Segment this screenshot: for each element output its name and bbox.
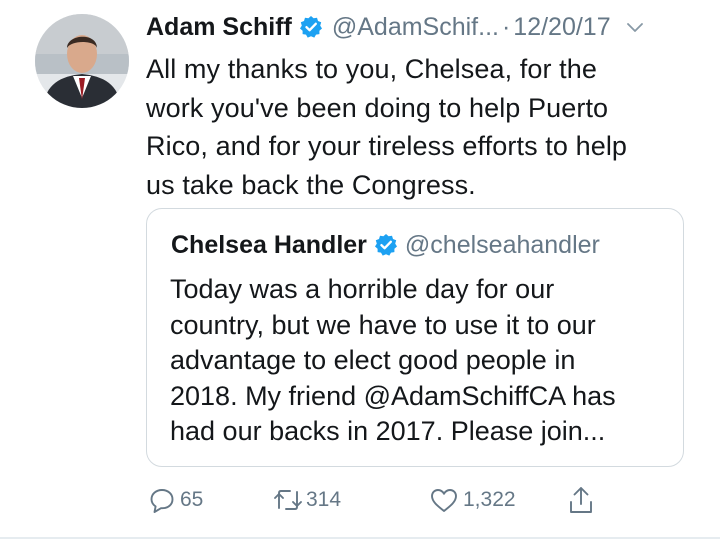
like-count: 1,322 [463, 488, 516, 511]
quoted-tweet-text: Today was a horrible day for our country… [170, 274, 616, 446]
quoted-tweet-header: Chelsea Handler @chelseahandler [171, 229, 600, 261]
quoted-author-name: Chelsea Handler [171, 230, 367, 259]
tweet-header: Adam Schiff @AdamSchif... · 12/20/17 [146, 10, 712, 44]
quoted-author-handle: @chelseahandler [404, 230, 600, 259]
author-handle[interactable]: @AdamSchif... [332, 13, 499, 42]
verified-badge-icon [374, 233, 398, 257]
retweet-button[interactable]: 314 [272, 480, 341, 520]
chevron-down-icon[interactable] [623, 15, 647, 39]
heart-icon [429, 486, 459, 514]
avatar-photo [35, 14, 129, 108]
author-name[interactable]: Adam Schiff [146, 13, 292, 42]
header-separator: · [501, 12, 511, 41]
share-button[interactable] [566, 480, 596, 520]
author-avatar[interactable] [35, 14, 129, 108]
tweet-actions: 65 314 1,322 [146, 480, 706, 520]
quoted-tweet[interactable]: Chelsea Handler @chelseahandler Today wa… [146, 208, 684, 467]
retweet-icon [272, 486, 304, 514]
like-button[interactable]: 1,322 [429, 480, 516, 520]
tweet-text: All my thanks to you, Chelsea, for the w… [146, 54, 628, 200]
retweet-count: 314 [306, 488, 342, 511]
reply-count: 65 [180, 488, 204, 511]
tweet-date[interactable]: 12/20/17 [513, 13, 610, 42]
reply-button[interactable]: 65 [148, 480, 203, 520]
verified-badge-icon [299, 15, 323, 39]
share-icon [566, 484, 596, 516]
reply-icon [148, 486, 176, 514]
